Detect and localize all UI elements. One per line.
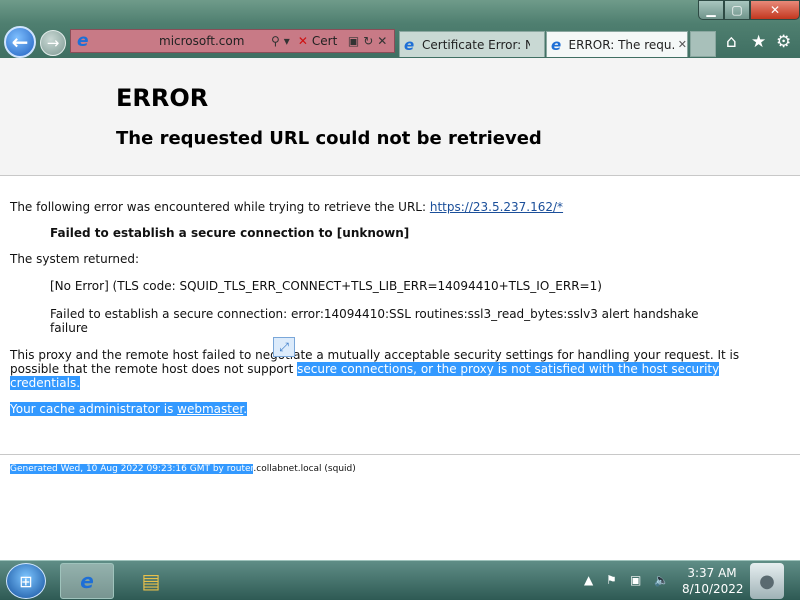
intro-paragraph: The following error was encountered whil… xyxy=(10,200,563,214)
window-controls: ▁ ▢ ✕ xyxy=(698,0,800,20)
home-icon[interactable]: ⌂ xyxy=(726,32,737,52)
tab-certificate-error[interactable]: e Certificate Error: Nav... xyxy=(399,31,545,57)
star-icon[interactable]: ★ xyxy=(751,32,766,52)
taskbar: ⊞ e ▤ ▲ ⚑ ▣ 🔈 3:37 AM 8/10/2022 ● xyxy=(0,560,800,600)
refresh-icon[interactable]: ↻ xyxy=(363,34,373,48)
back-arrow-icon: ← xyxy=(11,30,29,54)
error-message: Failed to establish a secure connection … xyxy=(50,226,410,240)
requested-url-link[interactable]: https://23.5.237.162/* xyxy=(430,200,563,214)
search-icon[interactable]: ⚲ xyxy=(271,34,280,48)
admin-prefix: Your cache administrator is xyxy=(10,402,178,416)
tls-code: [No Error] (TLS code: SQUID_TLS_ERR_CONN… xyxy=(50,279,602,293)
dropdown-icon[interactable]: ▾ xyxy=(284,34,290,48)
admin-line: Your cache administrator is webmaster. xyxy=(10,402,248,416)
forward-button[interactable]: → xyxy=(40,30,66,56)
taskbar-ie-button[interactable]: e xyxy=(60,563,114,599)
footer: Generated Wed, 10 Aug 2022 09:23:16 GMT … xyxy=(10,464,356,474)
gear-icon[interactable]: ⚙ xyxy=(776,32,791,52)
page-content: ERROR The requested URL could not be ret… xyxy=(0,58,800,560)
webmaster-link[interactable]: webmaster xyxy=(177,402,243,416)
new-tab-button[interactable] xyxy=(690,31,716,57)
folder-icon: ▤ xyxy=(141,569,161,593)
close-button[interactable]: ✕ xyxy=(750,0,800,20)
tab-error-page[interactable]: e ERROR: The requ... ✕ xyxy=(546,31,688,57)
taskbar-explorer-button[interactable]: ▤ xyxy=(124,563,178,599)
network-icon[interactable]: ▣ xyxy=(630,573,641,587)
page-subtitle: The requested URL could not be retrieved xyxy=(116,128,542,149)
start-button[interactable]: ⊞ xyxy=(6,563,46,599)
intro-text: The following error was encountered whil… xyxy=(10,200,430,214)
page-title: ERROR xyxy=(116,84,209,112)
volume-icon[interactable]: 🔈 xyxy=(654,573,669,587)
maximize-button[interactable]: ▢ xyxy=(724,0,750,20)
ie-logo-icon: e xyxy=(77,31,89,51)
forward-arrow-icon: → xyxy=(46,34,60,52)
user-icon[interactable]: ● xyxy=(750,563,784,599)
stop-icon[interactable]: ✕ xyxy=(377,34,387,48)
ie-tab-icon: e xyxy=(551,35,562,54)
admin-suffix: . xyxy=(243,402,248,416)
clock-time: 3:37 AM xyxy=(687,566,737,580)
system-returned-label: The system returned: xyxy=(10,252,140,266)
browser-chrome: ▁ ▢ ✕ ← → e microsoft.com ⚲ ▾ ✕ Cert ▣ ↻… xyxy=(0,0,800,58)
windows-logo-icon: ⊞ xyxy=(19,571,33,591)
minimize-button[interactable]: ▁ xyxy=(698,0,724,20)
proxy-explanation: This proxy and the remote host failed to… xyxy=(10,348,752,390)
compatibility-icon[interactable]: ▣ xyxy=(348,34,359,48)
tab-label: ERROR: The requ... xyxy=(568,37,674,52)
footer-divider xyxy=(0,454,800,455)
clock-date: 8/10/2022 xyxy=(682,582,744,596)
back-button[interactable]: ← xyxy=(4,26,36,58)
footer-selected: Generated Wed, 10 Aug 2022 09:23:16 GMT … xyxy=(10,464,254,474)
accelerator-icon[interactable]: ⤢ xyxy=(273,337,295,357)
action-center-icon[interactable]: ⚑ xyxy=(606,573,617,587)
clock[interactable]: 3:37 AM 8/10/2022 xyxy=(682,565,744,597)
error-header: ERROR The requested URL could not be ret… xyxy=(0,58,800,176)
ie-tab-icon: e xyxy=(404,35,415,54)
tab-label: Certificate Error: Nav... xyxy=(422,37,530,52)
ie-logo-icon: e xyxy=(80,569,94,593)
failed-detail: Failed to establish a secure connection:… xyxy=(50,307,699,335)
certificate-error-label[interactable]: Cert xyxy=(312,34,346,48)
certificate-error-icon[interactable]: ✕ xyxy=(298,34,308,48)
address-url[interactable]: microsoft.com xyxy=(159,34,269,48)
show-hidden-icons[interactable]: ▲ xyxy=(584,573,593,587)
address-bar[interactable]: e microsoft.com ⚲ ▾ ✕ Cert ▣ ↻ ✕ xyxy=(70,29,395,53)
tab-close-icon[interactable]: ✕ xyxy=(678,38,687,51)
footer-text: .collabnet.local (squid) xyxy=(253,464,356,474)
